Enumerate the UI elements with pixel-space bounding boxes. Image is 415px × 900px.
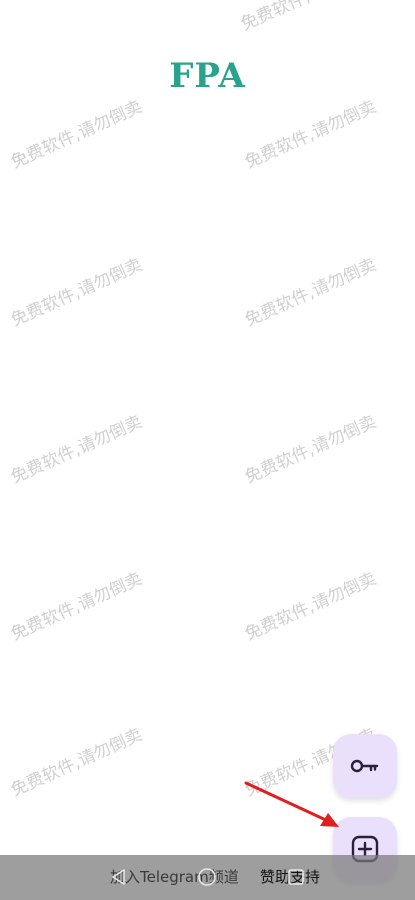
- app-title: FPA: [169, 56, 246, 96]
- watermark-text: 免费软件,请勿倒卖: [242, 255, 380, 331]
- home-circle-icon[interactable]: [197, 867, 217, 887]
- watermark-text: 免费软件,请勿倒卖: [8, 255, 146, 331]
- key-icon: [350, 759, 379, 773]
- watermark-text: 免费软件,请勿倒卖: [242, 412, 380, 488]
- watermark-text: 免费软件,请勿倒卖: [242, 569, 380, 645]
- watermark-text: 免费软件,请勿倒卖: [236, 0, 375, 35]
- annotation-arrow: [244, 781, 339, 827]
- watermark-text: 免费软件,请勿倒卖: [8, 412, 146, 488]
- join-telegram-link[interactable]: 加入Telegram频道: [110, 866, 239, 887]
- bottom-bar: 加入Telegram频道 赞助支持: [0, 855, 415, 900]
- watermark-text: 免费软件,请勿倒卖: [8, 569, 146, 645]
- watermark-text: 免费软件,请勿倒卖: [242, 97, 380, 173]
- back-triangle-icon[interactable]: [109, 867, 129, 887]
- watermark-text: 免费软件,请勿倒卖: [8, 97, 146, 173]
- watermark-text: 免费软件,请勿倒卖: [8, 725, 146, 801]
- recents-square-icon[interactable]: [286, 867, 306, 887]
